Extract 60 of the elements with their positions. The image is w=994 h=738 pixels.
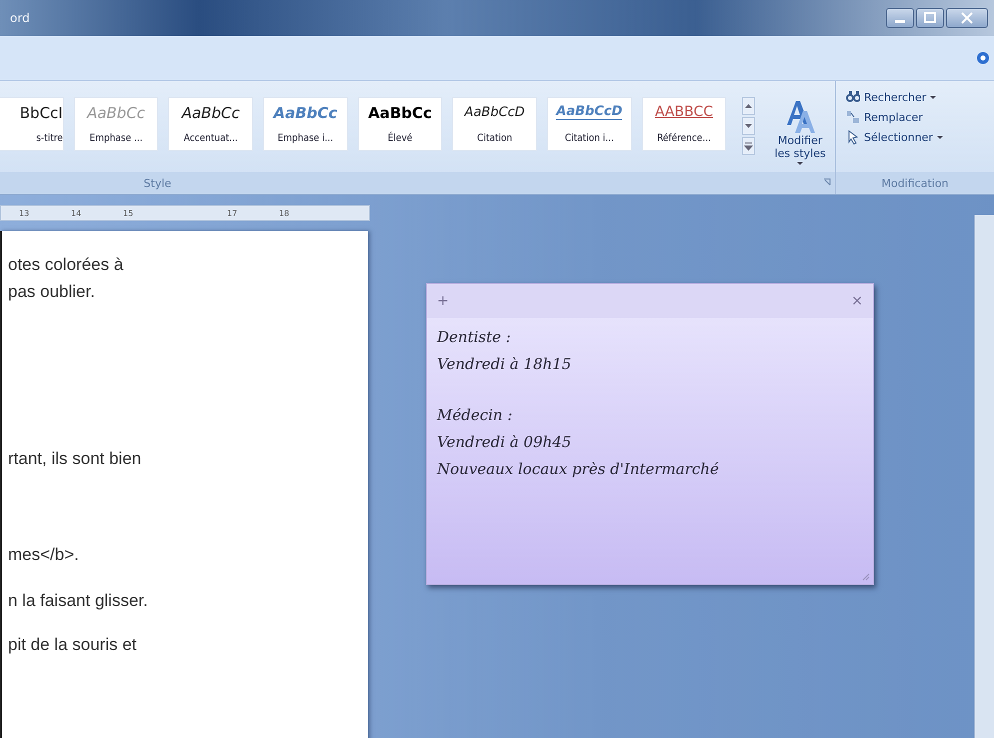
style-name: Accentuat...	[184, 133, 238, 144]
style-gallery-item[interactable]: BbCcI s-titre	[0, 97, 64, 151]
dialog-launcher-icon[interactable]	[823, 178, 831, 186]
vertical-scrollbar[interactable]	[974, 215, 994, 738]
style-name: Élevé	[388, 133, 412, 144]
style-name: Citation i...	[564, 132, 614, 144]
more-icon[interactable]	[742, 137, 756, 155]
style-gallery-item[interactable]: AaBbCc Élevé	[358, 97, 442, 151]
style-preview-text: AABBCC	[654, 104, 714, 120]
style-name: Citation	[477, 132, 512, 144]
ruler-number: 15	[123, 208, 134, 218]
note-text: Nouveaux locaux près d'Intermarché	[437, 460, 720, 478]
editing-button[interactable]: Rechercher	[846, 89, 986, 105]
style-gallery-item[interactable]: AaBbCc Emphase ...	[74, 97, 158, 151]
note-text: Dentiste :	[437, 328, 512, 346]
style-preview-text: AaBbCc	[87, 104, 146, 122]
note-text: Vendredi à 09h45	[437, 433, 572, 451]
ruler-number: 14	[71, 208, 82, 218]
document-text: otes colorées à	[8, 255, 124, 275]
style-preview-text: AaBbCc	[368, 104, 432, 122]
style-preview-text: AaBbCcD	[464, 104, 525, 120]
document-text: mes</b>.	[8, 545, 79, 565]
style-name: Emphase i...	[278, 133, 334, 144]
style-preview-text: AaBbCc	[182, 104, 240, 122]
style-gallery-item[interactable]: AaBbCcD Citation	[452, 97, 538, 151]
style-gallery-item[interactable]: AaBbCc Accentuat...	[168, 97, 254, 151]
group-label: Style	[144, 176, 172, 190]
style-gallery-item[interactable]: AABBCC Référence...	[642, 97, 726, 151]
note-text: Vendredi à 18h15	[437, 355, 572, 373]
caret-icon	[797, 162, 804, 166]
window-title: ord	[10, 11, 30, 25]
style-gallery-item[interactable]: AaBbCc Emphase i...	[263, 97, 348, 151]
style-name: Référence...	[657, 132, 711, 144]
style-preview-text: AaBbCc	[273, 104, 338, 122]
document-text: rtant, ils sont bien	[8, 449, 142, 469]
binoculars-icon	[846, 89, 860, 105]
editing-button[interactable]: Remplacer	[846, 109, 986, 125]
ruler-number: 17	[227, 208, 238, 218]
style-name: Emphase ...	[90, 133, 143, 144]
document-text: pas oublier.	[8, 282, 95, 302]
style-gallery-item[interactable]: AaBbCcD Citation i...	[547, 97, 632, 151]
document-text: n la faisant glisser.	[8, 591, 148, 611]
help-icon[interactable]	[976, 51, 990, 65]
scroll-up-icon[interactable]	[742, 97, 756, 115]
close-icon[interactable]	[946, 8, 988, 28]
ruler-number: 18	[279, 208, 290, 218]
note-text: Médecin :	[437, 406, 514, 424]
group-label: Modification	[881, 176, 949, 190]
style-preview-text: BbCcI	[20, 104, 63, 122]
scroll-down-icon[interactable]	[742, 117, 756, 135]
style-name: s-titre	[36, 133, 63, 144]
resize-grip-icon[interactable]	[862, 573, 870, 581]
ruler-number: 13	[19, 208, 30, 218]
change-styles-button[interactable]: Modifier les styles	[770, 97, 830, 166]
document-text: pit de la souris et	[8, 635, 137, 655]
editing-button[interactable]: Sélectionner	[846, 129, 986, 145]
style-preview-text: AaBbCcD	[556, 104, 622, 120]
pointer-icon	[846, 129, 860, 145]
maximize-icon[interactable]	[916, 8, 944, 28]
minimize-icon[interactable]	[886, 8, 914, 28]
